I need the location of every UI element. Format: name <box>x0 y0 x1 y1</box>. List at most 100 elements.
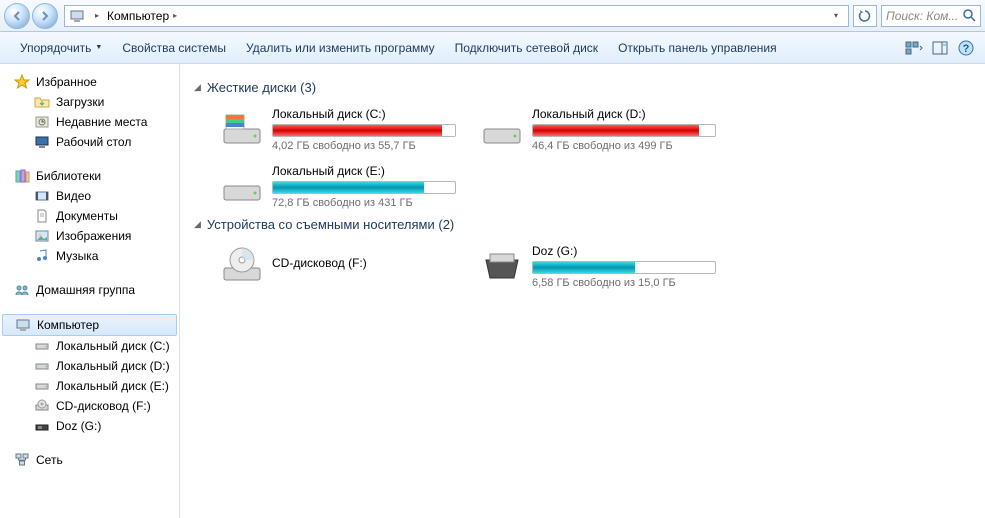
breadcrumb-root[interactable]: ▸ <box>89 6 105 26</box>
removable-icon <box>480 244 524 288</box>
drive-name: Локальный диск (E:) <box>272 164 456 178</box>
desktop-icon <box>34 134 50 150</box>
network-group: Сеть <box>0 450 179 470</box>
group-header-removable[interactable]: ◢ Устройства со съемными носителями (2) <box>194 217 971 232</box>
sidebar-item-drive-f[interactable]: CD-дисковод (F:) <box>0 396 179 416</box>
star-icon <box>14 74 30 90</box>
sidebar-label: Домашняя группа <box>36 283 135 297</box>
computer-icon <box>69 8 85 24</box>
favorites-group: Избранное Загрузки Недавние места Рабочи… <box>0 72 179 152</box>
drive-g[interactable]: Doz (G:) 6,58 ГБ свободно из 15,0 ГБ <box>478 242 718 291</box>
collapse-icon: ◢ <box>194 219 201 230</box>
sidebar-computer[interactable]: Компьютер <box>2 314 177 336</box>
search-icon <box>963 9 976 22</box>
organize-menu[interactable]: Упорядочить▼ <box>10 37 112 59</box>
capacity-fill <box>273 125 442 136</box>
drive-icon <box>34 358 50 374</box>
sidebar-homegroup[interactable]: Домашняя группа <box>0 280 179 300</box>
map-network-drive-button[interactable]: Подключить сетевой диск <box>445 37 608 59</box>
capacity-fill <box>533 262 635 273</box>
sidebar-item-drive-g[interactable]: Doz (G:) <box>0 416 179 436</box>
uninstall-program-button[interactable]: Удалить или изменить программу <box>236 37 445 59</box>
sidebar-item-desktop[interactable]: Рабочий стол <box>0 132 179 152</box>
control-panel-button[interactable]: Открыть панель управления <box>608 37 787 59</box>
capacity-fill <box>273 182 424 193</box>
main-area: Избранное Загрузки Недавние места Рабочи… <box>0 64 985 518</box>
cd-icon <box>220 244 264 288</box>
back-button[interactable] <box>4 3 30 29</box>
address-bar[interactable]: ▸ Компьютер▸ ▾ <box>64 5 849 27</box>
breadcrumb-computer[interactable]: Компьютер▸ <box>105 6 183 26</box>
drive-icon <box>480 107 524 151</box>
sidebar-label: Компьютер <box>37 318 99 332</box>
collapse-icon: ◢ <box>194 82 201 93</box>
content-pane: ◢ Жесткие диски (3) Локальный диск (C:) … <box>180 64 985 518</box>
libraries-group: Библиотеки Видео Документы Изображения М… <box>0 166 179 266</box>
capacity-bar <box>272 181 456 194</box>
homegroup-icon <box>14 282 30 298</box>
video-icon <box>34 188 50 204</box>
drive-icon <box>34 378 50 394</box>
sidebar-label: Избранное <box>36 75 97 89</box>
help-button[interactable]: ? <box>957 39 975 57</box>
sidebar-item-drive-c[interactable]: Локальный диск (C:) <box>0 336 179 356</box>
removable-icon <box>34 418 50 434</box>
capacity-bar <box>532 124 716 137</box>
toolbar-right: ? <box>905 39 975 57</box>
capacity-bar <box>532 261 716 274</box>
homegroup-group: Домашняя группа <box>0 280 179 300</box>
hdd-list: Локальный диск (C:) 4,02 ГБ свободно из … <box>218 105 971 211</box>
preview-pane-button[interactable] <box>931 39 949 57</box>
sidebar-item-documents[interactable]: Документы <box>0 206 179 226</box>
view-options-button[interactable] <box>905 39 923 57</box>
capacity-bar <box>272 124 456 137</box>
sidebar-label: Библиотеки <box>36 169 101 183</box>
navigation-pane: Избранное Загрузки Недавние места Рабочи… <box>0 64 180 518</box>
drive-icon <box>220 164 264 208</box>
computer-group: Компьютер Локальный диск (C:) Локальный … <box>0 314 179 436</box>
system-properties-button[interactable]: Свойства системы <box>112 37 236 59</box>
drive-name: CD-дисковод (F:) <box>272 256 456 270</box>
removable-list: CD-дисковод (F:) Doz (G:) 6,58 ГБ свобод… <box>218 242 971 291</box>
sidebar-item-drive-e[interactable]: Локальный диск (E:) <box>0 376 179 396</box>
sidebar-item-videos[interactable]: Видео <box>0 186 179 206</box>
drive-c[interactable]: Локальный диск (C:) 4,02 ГБ свободно из … <box>218 105 458 154</box>
sidebar-item-downloads[interactable]: Загрузки <box>0 92 179 112</box>
drive-icon <box>220 107 264 151</box>
group-header-hdd[interactable]: ◢ Жесткие диски (3) <box>194 80 971 95</box>
music-icon <box>34 248 50 264</box>
libraries-icon <box>14 168 30 184</box>
drive-free-text: 72,8 ГБ свободно из 431 ГБ <box>272 197 456 209</box>
drive-d[interactable]: Локальный диск (D:) 46,4 ГБ свободно из … <box>478 105 718 154</box>
address-bar-row: ▸ Компьютер▸ ▾ Поиск: Ком... <box>0 0 985 32</box>
sidebar-network[interactable]: Сеть <box>0 450 179 470</box>
drive-name: Локальный диск (D:) <box>532 107 716 121</box>
command-bar: Упорядочить▼ Свойства системы Удалить ил… <box>0 32 985 64</box>
drive-f[interactable]: CD-дисковод (F:) <box>218 242 458 291</box>
drive-free-text: 4,02 ГБ свободно из 55,7 ГБ <box>272 140 456 152</box>
sidebar-item-music[interactable]: Музыка <box>0 246 179 266</box>
sidebar-libraries[interactable]: Библиотеки <box>0 166 179 186</box>
folder-icon <box>34 94 50 110</box>
refresh-button[interactable] <box>853 5 877 27</box>
drive-free-text: 6,58 ГБ свободно из 15,0 ГБ <box>532 277 716 289</box>
forward-button[interactable] <box>32 3 58 29</box>
sidebar-favorites[interactable]: Избранное <box>0 72 179 92</box>
sidebar-item-pictures[interactable]: Изображения <box>0 226 179 246</box>
recent-icon <box>34 114 50 130</box>
sidebar-item-drive-d[interactable]: Локальный диск (D:) <box>0 356 179 376</box>
address-dropdown[interactable]: ▾ <box>828 11 844 20</box>
drive-e[interactable]: Локальный диск (E:) 72,8 ГБ свободно из … <box>218 162 458 211</box>
sidebar-label: Сеть <box>36 453 63 467</box>
svg-text:?: ? <box>963 43 970 55</box>
search-input[interactable]: Поиск: Ком... <box>881 5 981 27</box>
nav-buttons <box>4 3 58 29</box>
document-icon <box>34 208 50 224</box>
pictures-icon <box>34 228 50 244</box>
drive-free-text: 46,4 ГБ свободно из 499 ГБ <box>532 140 716 152</box>
sidebar-item-recent[interactable]: Недавние места <box>0 112 179 132</box>
cd-icon <box>34 398 50 414</box>
search-placeholder: Поиск: Ком... <box>886 9 958 23</box>
drive-name: Локальный диск (C:) <box>272 107 456 121</box>
computer-icon <box>15 317 31 333</box>
